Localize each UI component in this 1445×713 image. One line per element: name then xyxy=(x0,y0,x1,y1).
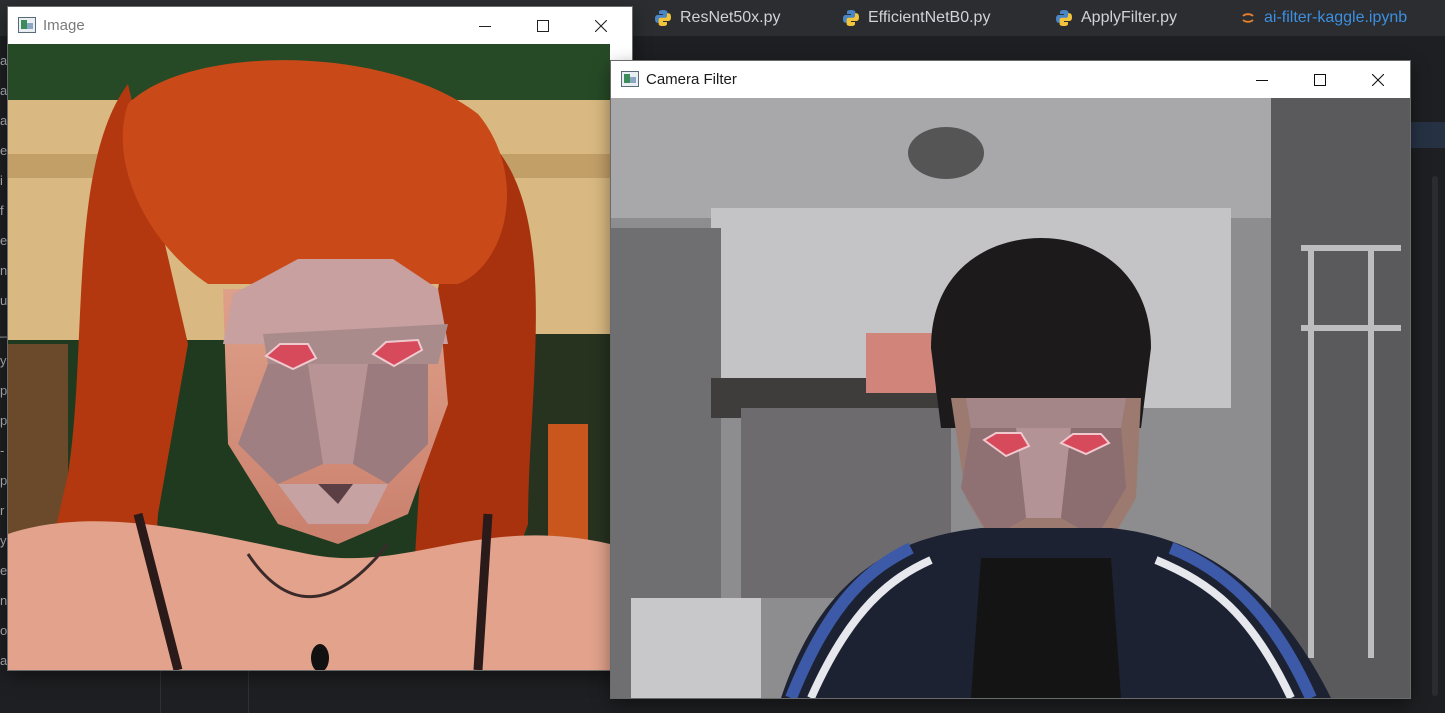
project-tree-fragment: n xyxy=(0,594,8,608)
project-tree-fragment: _ xyxy=(0,324,8,338)
close-button[interactable] xyxy=(572,7,630,44)
project-tree-fragment: p xyxy=(0,414,8,428)
project-tree-fragment: y xyxy=(0,534,7,548)
python-file-icon xyxy=(655,10,671,26)
project-tree-fragment: e xyxy=(0,144,8,158)
maximize-button[interactable] xyxy=(514,7,572,44)
window-titlebar[interactable]: Camera Filter xyxy=(611,61,1410,98)
minimize-icon xyxy=(479,25,491,27)
close-icon xyxy=(1372,73,1384,86)
image-canvas xyxy=(8,44,610,670)
project-tree-fragment: e xyxy=(0,234,8,248)
tab-ai-filter-kaggle[interactable]: ai-filter-kaggle.ipynb xyxy=(1240,0,1407,36)
project-tree-fragment: f xyxy=(0,204,4,218)
project-tree-fragment: a xyxy=(0,54,8,68)
python-file-icon xyxy=(1056,10,1072,26)
camera-canvas xyxy=(611,98,1410,698)
camera-filter-window[interactable]: Camera Filter xyxy=(611,61,1410,698)
tab-label: ResNet50x.py xyxy=(680,9,781,26)
project-tree-strip: a a a e i f e n u _y p p - p r y e n o a xyxy=(0,36,8,713)
tab-applyfilter[interactable]: ApplyFilter.py xyxy=(1055,0,1177,36)
project-tree-fragment: n xyxy=(0,264,8,278)
tab-label: EfficientNetB0.py xyxy=(868,9,991,26)
window-title: Image xyxy=(43,17,85,34)
project-tree-fragment: r xyxy=(0,504,5,518)
project-tree-fragment: e xyxy=(0,564,8,578)
project-tree-fragment: y xyxy=(0,354,7,368)
project-tree-fragment: - xyxy=(0,444,5,458)
opencv-window-icon xyxy=(621,71,639,87)
tab-label: ApplyFilter.py xyxy=(1081,9,1178,26)
python-file-icon xyxy=(843,10,859,26)
woman-face-filter-photo xyxy=(8,44,610,670)
editor-scrollbar[interactable] xyxy=(1432,176,1438,696)
current-line-highlight xyxy=(1410,122,1445,148)
tab-efficientnetb0[interactable]: EfficientNetB0.py xyxy=(842,0,990,36)
webcam-face-filter-feed xyxy=(611,98,1410,698)
minimize-button[interactable] xyxy=(1233,61,1291,98)
project-tree-fragment: a xyxy=(0,84,8,98)
image-window[interactable]: Image xyxy=(8,7,632,670)
tab-label: ai-filter-kaggle.ipynb xyxy=(1264,9,1408,26)
project-tree-fragment: a xyxy=(0,654,8,668)
project-tree-fragment: i xyxy=(0,174,3,188)
maximize-icon xyxy=(1314,73,1326,86)
project-tree-fragment: o xyxy=(0,624,8,638)
minimize-button[interactable] xyxy=(456,7,514,44)
maximize-button[interactable] xyxy=(1291,61,1349,98)
close-button[interactable] xyxy=(1349,61,1407,98)
tab-resnet50x[interactable]: ResNet50x.py xyxy=(654,0,781,36)
project-tree-fragment: u xyxy=(0,294,8,308)
project-tree-fragment: p xyxy=(0,384,8,398)
minimize-icon xyxy=(1256,79,1268,81)
window-titlebar[interactable]: Image xyxy=(8,7,632,44)
jupyter-notebook-icon xyxy=(1242,13,1254,23)
maximize-icon xyxy=(537,19,549,32)
close-icon xyxy=(595,19,607,32)
project-tree-fragment: a xyxy=(0,114,8,128)
opencv-window-icon xyxy=(18,17,36,33)
window-title: Camera Filter xyxy=(646,71,737,88)
project-tree-fragment: p xyxy=(0,474,8,488)
